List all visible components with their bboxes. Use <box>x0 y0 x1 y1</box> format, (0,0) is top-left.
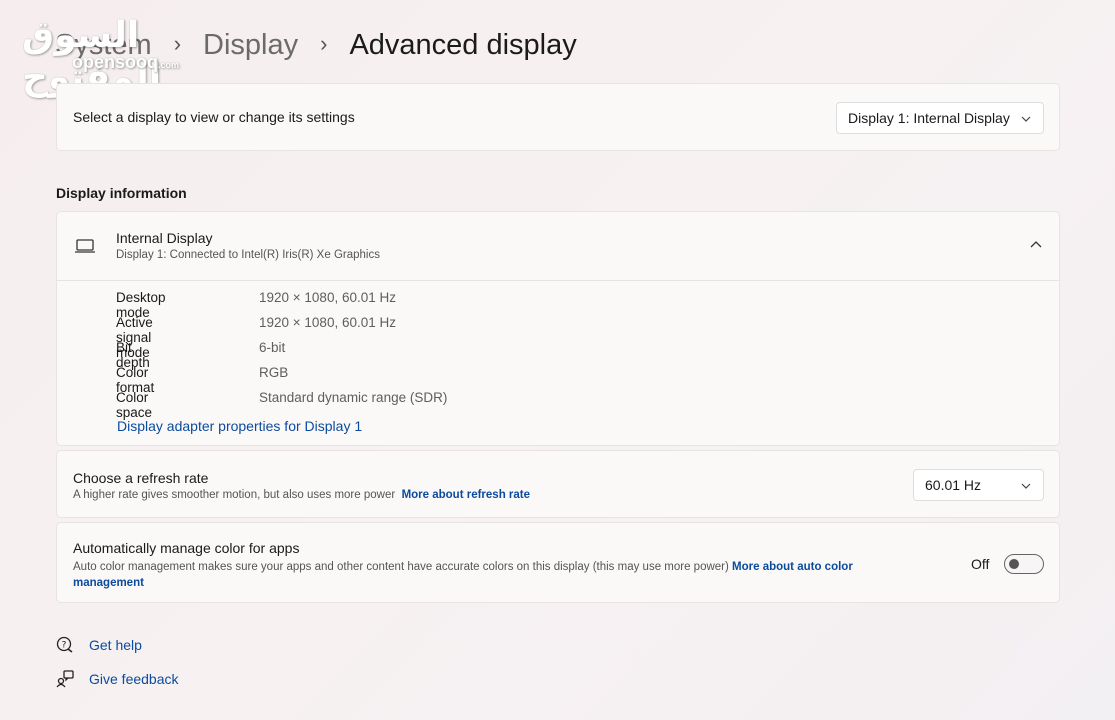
display-info-card: Internal Display Display 1: Connected to… <box>56 211 1060 446</box>
give-feedback-label: Give feedback <box>89 671 179 687</box>
color-management-card: Automatically manage color for apps Auto… <box>56 522 1060 603</box>
help-icon: ? <box>56 636 73 653</box>
info-value: 1920 × 1080, 60.01 Hz <box>259 290 396 305</box>
breadcrumb-display[interactable]: Display <box>203 29 298 62</box>
display-subtitle: Display 1: Connected to Intel(R) Iris(R)… <box>116 249 380 261</box>
section-title: Display information <box>56 185 187 201</box>
chevron-down-icon <box>1021 478 1031 492</box>
info-value: 6-bit <box>259 340 286 355</box>
get-help-link[interactable]: ? Get help <box>56 636 142 654</box>
refresh-rate-dropdown[interactable]: 60.01 Hz <box>913 469 1044 501</box>
toggle-state-label: Off <box>971 556 990 572</box>
refresh-rate-link[interactable]: More about refresh rate <box>402 489 530 501</box>
breadcrumb-system[interactable]: System <box>55 29 152 62</box>
info-value: Standard dynamic range (SDR) <box>259 390 448 405</box>
breadcrumb-separator-icon: › <box>173 31 182 56</box>
display-name: Internal Display <box>116 230 213 246</box>
breadcrumb-separator-icon: › <box>320 31 328 56</box>
color-management-title: Automatically manage color for apps <box>73 540 300 556</box>
refresh-rate-description: A higher rate gives smoother motion, but… <box>73 489 530 501</box>
chevron-up-icon[interactable] <box>1029 238 1043 252</box>
toggle-knob <box>1009 559 1019 569</box>
get-help-label: Get help <box>89 637 142 653</box>
chevron-down-icon <box>1021 111 1031 125</box>
svg-text:?: ? <box>62 641 67 651</box>
color-management-link-cont[interactable]: management <box>73 577 144 589</box>
give-feedback-link[interactable]: Give feedback <box>56 670 179 688</box>
info-value: RGB <box>259 365 289 380</box>
page-title: Advanced display <box>349 28 577 61</box>
color-management-description-text: Auto color management makes sure your ap… <box>73 561 729 573</box>
adapter-properties-link[interactable]: Display adapter properties for Display 1 <box>117 418 362 434</box>
feedback-icon <box>56 670 74 688</box>
display-select-label: Select a display to view or change its s… <box>73 109 355 125</box>
display-select-value: Display 1: Internal Display <box>848 110 1010 126</box>
monitor-icon <box>75 239 95 253</box>
color-management-toggle[interactable] <box>1004 554 1044 574</box>
refresh-rate-description-text: A higher rate gives smoother motion, but… <box>73 489 396 501</box>
refresh-rate-title: Choose a refresh rate <box>73 470 209 486</box>
breadcrumb: System › Display › Advanced display <box>55 22 577 68</box>
display-select-dropdown[interactable]: Display 1: Internal Display <box>836 102 1044 134</box>
display-select-card: Select a display to view or change its s… <box>56 83 1060 151</box>
color-management-link[interactable]: More about auto color <box>732 561 853 573</box>
info-key: Color space <box>116 390 153 420</box>
display-info-header[interactable]: Internal Display Display 1: Connected to… <box>57 212 1059 281</box>
refresh-rate-value: 60.01 Hz <box>925 477 982 493</box>
color-management-description: Auto color management makes sure your ap… <box>73 559 913 591</box>
refresh-rate-card: Choose a refresh rate A higher rate give… <box>56 450 1060 518</box>
info-value: 1920 × 1080, 60.01 Hz <box>259 315 396 330</box>
